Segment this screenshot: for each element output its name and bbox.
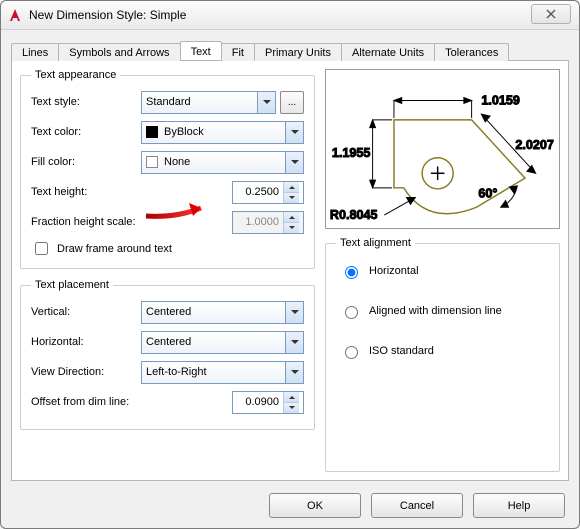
label-vertical: Vertical: <box>31 306 141 318</box>
combo-fill-color-value: None <box>164 156 190 168</box>
chevron-down-icon <box>285 362 303 383</box>
combo-text-style-value: Standard <box>146 96 191 108</box>
radio-iso-input[interactable] <box>345 346 358 359</box>
input-fraction-height-field <box>233 215 283 229</box>
close-button[interactable] <box>531 4 571 24</box>
dimension-preview-icon: 1.0159 1.1955 2.0207 60° <box>326 70 559 228</box>
label-text-color: Text color: <box>31 126 141 138</box>
group-text-alignment: Text alignment Horizontal Aligned with d… <box>325 237 560 472</box>
radio-iso[interactable]: ISO standard <box>336 337 549 365</box>
input-text-height[interactable] <box>232 181 304 204</box>
combo-vertical-value: Centered <box>146 306 191 318</box>
dialog-footer: OK Cancel Help <box>269 493 565 518</box>
input-offset-field[interactable] <box>233 395 283 409</box>
chevron-down-icon <box>285 152 303 173</box>
combo-horizontal-value: Centered <box>146 336 191 348</box>
preview-radius: R0.8045 <box>330 208 378 222</box>
radio-horizontal-label: Horizontal <box>369 265 419 277</box>
combo-vertical[interactable]: Centered <box>141 301 304 324</box>
input-text-height-field[interactable] <box>233 185 283 199</box>
preview-dim-right: 2.0207 <box>515 138 554 152</box>
label-horizontal: Horizontal: <box>31 336 141 348</box>
label-fill-color: Fill color: <box>31 156 141 168</box>
input-offset[interactable] <box>232 391 304 414</box>
color-swatch-none-icon <box>146 156 158 168</box>
close-icon <box>545 9 557 19</box>
combo-horizontal[interactable]: Centered <box>141 331 304 354</box>
tab-alternate-units[interactable]: Alternate Units <box>341 43 435 61</box>
tab-panel: Text appearance Text style: Standard ...… <box>11 61 569 481</box>
tab-strip: Lines Symbols and Arrows Text Fit Primar… <box>11 38 569 61</box>
label-offset: Offset from dim line: <box>31 396 161 408</box>
radio-iso-label: ISO standard <box>369 345 434 357</box>
tab-fit[interactable]: Fit <box>221 43 255 61</box>
tab-text[interactable]: Text <box>180 41 222 60</box>
checkbox-draw-frame-label: Draw frame around text <box>57 243 172 255</box>
input-fraction-height <box>232 211 304 234</box>
legend-appearance: Text appearance <box>31 69 120 81</box>
spinner-arrows-icon[interactable] <box>283 392 299 413</box>
spinner-arrows-icon[interactable] <box>283 182 299 203</box>
chevron-down-icon <box>285 302 303 323</box>
combo-view-direction-value: Left-to-Right <box>146 366 207 378</box>
browse-style-button[interactable]: ... <box>280 91 304 114</box>
ok-button[interactable]: OK <box>269 493 361 518</box>
preview-dim-top: 1.0159 <box>481 93 520 107</box>
label-text-style: Text style: <box>31 96 141 108</box>
help-button[interactable]: Help <box>473 493 565 518</box>
radio-horizontal-input[interactable] <box>345 266 358 279</box>
checkbox-draw-frame-input[interactable] <box>35 242 48 255</box>
tab-symbols-arrows[interactable]: Symbols and Arrows <box>58 43 180 61</box>
radio-aligned[interactable]: Aligned with dimension line <box>336 297 549 325</box>
legend-placement: Text placement <box>31 279 113 291</box>
group-text-appearance: Text appearance Text style: Standard ...… <box>20 69 315 269</box>
combo-text-color-value: ByBlock <box>164 126 204 138</box>
combo-view-direction[interactable]: Left-to-Right <box>141 361 304 384</box>
radio-horizontal[interactable]: Horizontal <box>336 257 549 285</box>
cancel-button[interactable]: Cancel <box>371 493 463 518</box>
radio-aligned-label: Aligned with dimension line <box>369 305 502 317</box>
label-text-height: Text height: <box>31 186 161 198</box>
chevron-down-icon <box>285 122 303 143</box>
color-swatch-icon <box>146 126 158 138</box>
checkbox-draw-frame[interactable]: Draw frame around text <box>31 239 304 258</box>
tab-tolerances[interactable]: Tolerances <box>434 43 509 61</box>
spinner-arrows-icon <box>283 212 299 233</box>
tab-primary-units[interactable]: Primary Units <box>254 43 342 61</box>
chevron-down-icon <box>257 92 275 113</box>
tab-lines[interactable]: Lines <box>11 43 59 61</box>
legend-alignment: Text alignment <box>336 237 415 249</box>
preview-pane: 1.0159 1.1955 2.0207 60° <box>325 69 560 229</box>
label-fraction-height: Fraction height scale: <box>31 216 161 228</box>
label-view-direction: View Direction: <box>31 366 141 378</box>
preview-dim-left: 1.1955 <box>332 146 371 160</box>
app-icon <box>7 7 23 23</box>
dialog-window: New Dimension Style: Simple Lines Symbol… <box>0 0 580 529</box>
group-text-placement: Text placement Vertical: Centered Horizo… <box>20 279 315 430</box>
combo-fill-color[interactable]: None <box>141 151 304 174</box>
window-title: New Dimension Style: Simple <box>29 8 186 22</box>
titlebar: New Dimension Style: Simple <box>1 1 579 30</box>
radio-aligned-input[interactable] <box>345 306 358 319</box>
combo-text-color[interactable]: ByBlock <box>141 121 304 144</box>
preview-angle: 60° <box>478 187 497 201</box>
chevron-down-icon <box>285 332 303 353</box>
combo-text-style[interactable]: Standard <box>141 91 276 114</box>
